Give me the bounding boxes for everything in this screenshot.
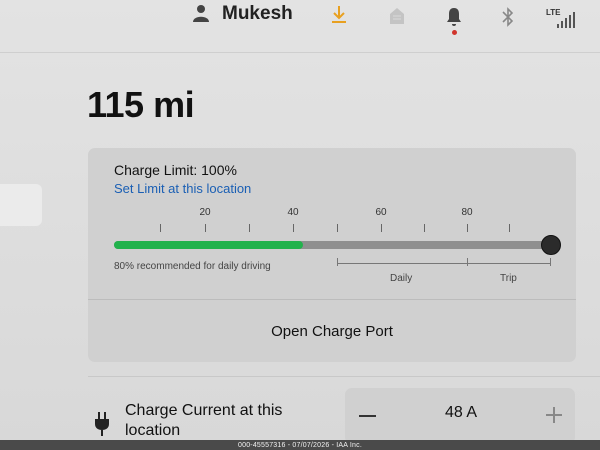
download-icon[interactable]: [330, 4, 348, 26]
status-bar: Mukesh LTE: [0, 0, 600, 53]
notification-dot: [452, 30, 457, 35]
range-value: 115 mi: [87, 84, 195, 125]
increase-current-button[interactable]: [535, 388, 575, 444]
user-name[interactable]: Mukesh: [222, 3, 293, 25]
divider: [88, 376, 600, 377]
scale-label-60: 60: [375, 207, 387, 218]
scale-tick: [337, 224, 338, 232]
plug-icon: [95, 412, 109, 436]
daily-trip-bracket: [337, 263, 550, 270]
scale-tick: [293, 224, 294, 232]
sidebar-tab[interactable]: [0, 184, 42, 226]
bell-icon[interactable]: [444, 6, 464, 28]
scale-label-40: 40: [287, 207, 299, 218]
scale-tick: [249, 224, 250, 232]
scale-label-20: 20: [199, 207, 211, 218]
scale-tick: [381, 224, 382, 232]
watermark-bar: 000-45557316 - 07/07/2026 - IAA Inc.: [0, 440, 600, 450]
scale-tick: [424, 224, 425, 232]
daily-label: Daily: [390, 273, 413, 284]
user-icon[interactable]: [192, 4, 210, 22]
charge-current-label: Charge Current at this location: [125, 402, 283, 439]
minus-icon: [359, 415, 376, 417]
signal-icon: [557, 12, 575, 28]
open-charge-port-button[interactable]: Open Charge Port: [88, 300, 576, 362]
bracket-tick: [337, 258, 338, 266]
scale-tick: [160, 224, 161, 232]
home-icon[interactable]: [387, 6, 407, 26]
charge-limit-slider[interactable]: [114, 241, 554, 249]
trip-label: Trip: [500, 273, 517, 284]
set-limit-link[interactable]: Set Limit at this location: [114, 181, 251, 196]
scale-tick: [509, 224, 510, 232]
watermark-text: 000-45557316 - 07/07/2026 - IAA Inc.: [238, 441, 362, 449]
bracket-tick: [467, 258, 468, 266]
charge-limit-label: Charge Limit: 100%: [114, 162, 237, 178]
charge-current-stepper: 48 A: [345, 388, 575, 444]
scale-tick: [205, 224, 206, 232]
charge-limit-slider-thumb[interactable]: [541, 235, 561, 255]
recommendation-note: 80% recommended for daily driving: [114, 261, 271, 272]
scale-tick: [467, 224, 468, 232]
current-charge-fill: [114, 241, 303, 249]
bracket-tick: [550, 258, 551, 266]
charge-settings-card: Charge Limit: 100% Set Limit at this loc…: [88, 148, 576, 362]
plus-icon-vertical: [553, 407, 555, 423]
bluetooth-icon[interactable]: [500, 5, 516, 29]
charge-current-value: 48 A: [444, 404, 478, 421]
scale-label-80: 80: [461, 207, 473, 218]
decrease-current-button[interactable]: [345, 388, 391, 444]
